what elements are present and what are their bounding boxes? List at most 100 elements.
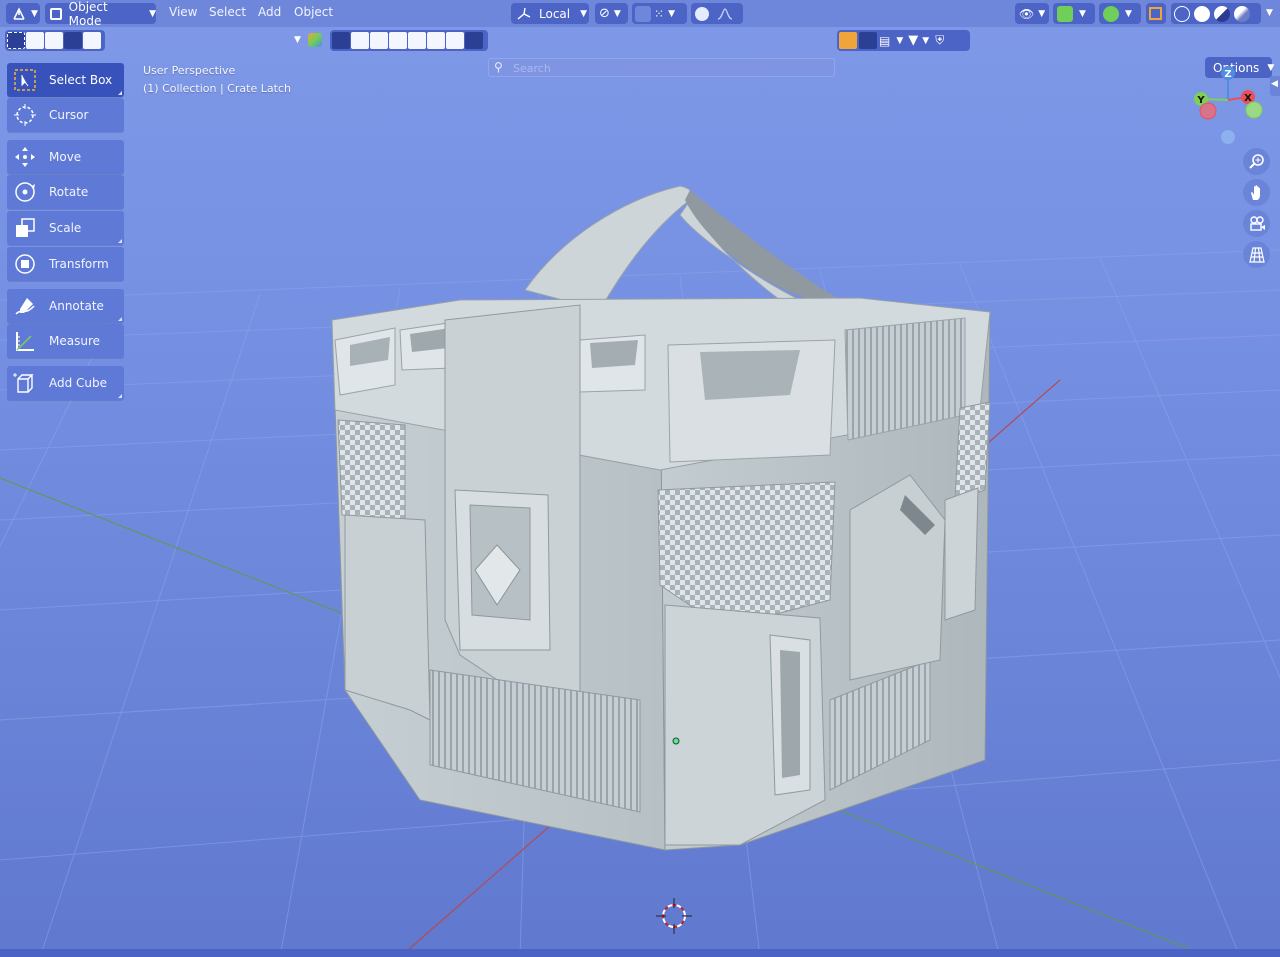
filter-other-icon[interactable]: [427, 32, 445, 49]
viewport-header: ▼ Object Mode ▼ View Select Add Object L…: [0, 0, 1280, 28]
outliner-filter-group[interactable]: ▤ ▼ ▼ ▼ ⛨: [837, 30, 970, 51]
tool-rotate[interactable]: Rotate: [7, 175, 124, 209]
proportional-edit-group[interactable]: [691, 3, 743, 24]
filter-empty-icon[interactable]: [408, 32, 426, 49]
chevron-down-icon: ▼: [896, 35, 904, 46]
menu-view[interactable]: View: [169, 5, 197, 19]
3d-cursor-icon[interactable]: [654, 896, 694, 936]
tool-label: Cursor: [49, 108, 89, 122]
select-new-icon[interactable]: [7, 32, 25, 49]
search-input[interactable]: [511, 60, 815, 77]
shading-options-chevron-icon[interactable]: ▼: [1266, 8, 1273, 18]
zoom-icon: [1248, 153, 1264, 169]
tool-annotate[interactable]: Annotate: [7, 289, 124, 323]
highlight-toggle-icon[interactable]: [839, 32, 857, 49]
move-icon: [15, 147, 35, 167]
chevron-down-icon: ▼: [1038, 8, 1046, 19]
filter-curve-icon[interactable]: [351, 32, 369, 49]
chevron-down-icon: ▼: [580, 8, 588, 19]
chevron-down-icon: ▼: [149, 8, 156, 19]
view-layer-icon[interactable]: ▤: [879, 34, 890, 48]
material-shading-icon[interactable]: [1214, 5, 1230, 22]
snap-toggle[interactable]: [635, 5, 651, 22]
tool-add-cube[interactable]: Add Cube: [7, 366, 124, 400]
zoom-button[interactable]: [1243, 148, 1270, 175]
filter-light-icon[interactable]: [370, 32, 388, 49]
select-invert-icon[interactable]: [64, 32, 82, 49]
tool-select-box[interactable]: Select Box: [7, 63, 124, 97]
tool-label: Measure: [49, 334, 100, 348]
search-icon: ⚲: [494, 60, 503, 74]
editor-type-button[interactable]: ▼: [6, 3, 40, 24]
select-box-icon: [14, 69, 36, 91]
z-axis-label: Z: [1224, 69, 1231, 80]
tool-label: Add Cube: [49, 376, 108, 390]
search-field[interactable]: ⚲: [488, 58, 835, 77]
tool-transform[interactable]: Transform: [7, 247, 124, 281]
funnel-filter-icon[interactable]: ▼: [908, 33, 918, 48]
menu-select[interactable]: Select: [209, 5, 246, 19]
shading-modes[interactable]: [1171, 3, 1261, 24]
neg-z-handle: [1221, 130, 1235, 144]
chevron-down-icon: ▼: [668, 8, 675, 19]
proportional-edit-icon: [695, 6, 709, 21]
chevron-left-icon: ◀: [1271, 79, 1278, 89]
gizmo-toggle[interactable]: ▼: [1053, 3, 1095, 24]
menu-add[interactable]: Add: [258, 5, 281, 19]
tool-cursor[interactable]: Cursor: [7, 98, 124, 132]
pivot-point-select[interactable]: ⊘ ▼: [595, 3, 628, 24]
filter-mesh-icon[interactable]: [332, 32, 350, 49]
chevron-down-icon: ▼: [31, 8, 38, 19]
tool-label: Select Box: [49, 73, 113, 87]
object-mode-icon: [50, 7, 62, 20]
menu-object[interactable]: Object: [294, 5, 333, 19]
transform-icon: [15, 254, 35, 274]
visibility-select[interactable]: 👁 ▼: [1015, 3, 1049, 24]
selection-mode-group[interactable]: [5, 30, 105, 51]
select-subtract-icon[interactable]: [45, 32, 63, 49]
neg-x-handle: [1199, 102, 1217, 120]
solid-shading-icon[interactable]: [1194, 5, 1210, 22]
object-type-filters[interactable]: [330, 30, 488, 51]
tool-scale[interactable]: Scale: [7, 211, 124, 245]
crate-latch-model[interactable]: [0, 0, 1280, 957]
tool-label: Move: [49, 150, 82, 164]
chevron-down-icon: ▼: [1079, 8, 1086, 19]
filter-chevron-icon[interactable]: ▼: [294, 35, 301, 45]
camera-view-button[interactable]: [1243, 210, 1270, 237]
status-bar-edge: [0, 949, 1280, 957]
camera-icon: [1249, 215, 1265, 231]
chevron-down-icon: ▼: [922, 35, 930, 46]
bookmark-icon[interactable]: [859, 32, 877, 49]
select-extend-icon[interactable]: [26, 32, 44, 49]
falloff-curve-icon: [717, 7, 733, 20]
filter-armature-icon[interactable]: [446, 32, 464, 49]
perspective-label: User Perspective: [143, 64, 236, 77]
wireframe-shading-icon[interactable]: [1174, 5, 1190, 22]
mode-label: Object Mode: [68, 0, 108, 28]
navigation-gizmo[interactable]: Z Y X: [1190, 62, 1270, 152]
tool-move[interactable]: Move: [7, 140, 124, 174]
filter-camera-icon[interactable]: [389, 32, 407, 49]
annotate-icon: [15, 298, 35, 315]
tool-label: Transform: [49, 257, 109, 271]
xray-icon: [1149, 7, 1162, 20]
tool-measure[interactable]: Measure: [7, 324, 124, 358]
tool-label: Rotate: [49, 185, 89, 199]
select-intersect-icon[interactable]: [83, 32, 101, 49]
sidebar-toggle-tab[interactable]: ◀: [1270, 76, 1280, 96]
snap-group[interactable]: ⁙ ▼: [632, 3, 687, 24]
transform-orientation-select[interactable]: Local ▼: [511, 3, 589, 24]
rendered-shading-icon[interactable]: [1234, 5, 1250, 22]
overlays-toggle[interactable]: ▼: [1099, 3, 1141, 24]
ortho-toggle-button[interactable]: [1243, 241, 1270, 268]
snap-grid-icon: ⁙: [654, 6, 665, 21]
mode-select[interactable]: Object Mode ▼: [45, 0, 156, 28]
3d-viewport[interactable]: [0, 0, 1280, 957]
filter-force-icon[interactable]: [465, 32, 483, 49]
shield-icon[interactable]: ⛨: [935, 33, 944, 48]
add-cube-icon: [13, 373, 34, 393]
xray-toggle[interactable]: [1146, 3, 1166, 24]
gizmo-icon: [1057, 5, 1073, 22]
pan-button[interactable]: [1243, 179, 1270, 206]
